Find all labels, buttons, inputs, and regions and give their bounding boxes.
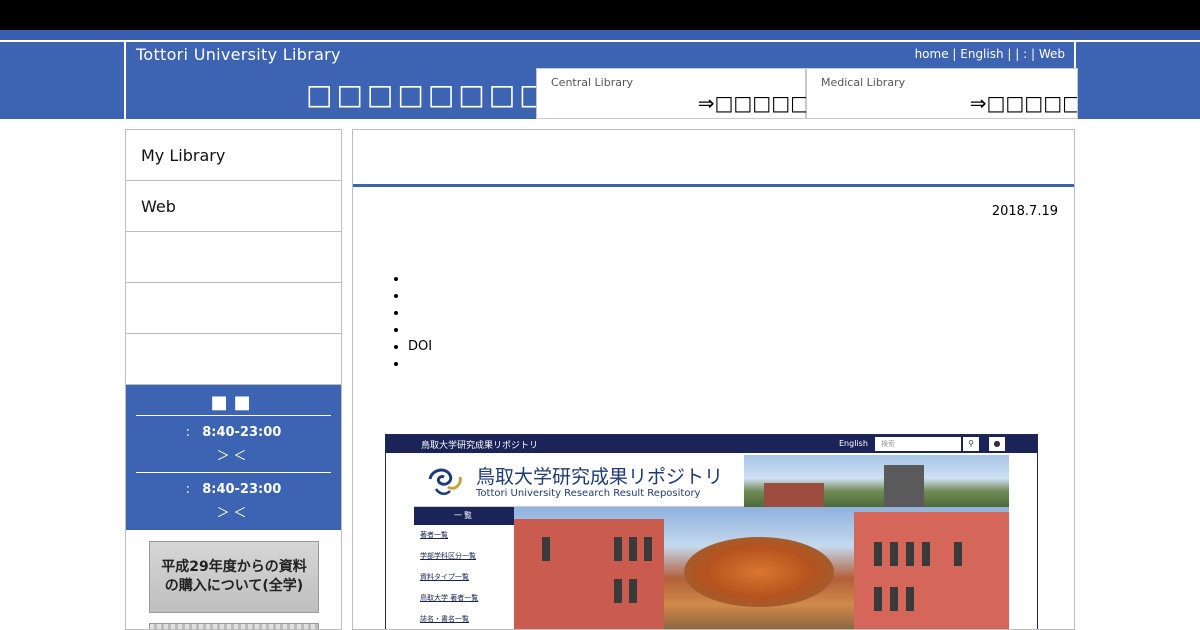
site-title[interactable]: Tottori University Library	[136, 45, 341, 64]
photo-window	[629, 579, 637, 603]
photo-building-right	[854, 512, 1009, 629]
photo-window	[644, 537, 652, 561]
main-content: 2018.7.19 DOI 鳥取大学研究成果リポジトリ English 検索 ⚲…	[352, 129, 1075, 630]
list-item	[408, 355, 432, 372]
hours-time: 8:40-23:00	[202, 425, 282, 440]
purchase-notice-banner[interactable]: 平成29年度からの資料 の購入について(全学)	[149, 541, 319, 613]
central-library-label: Central Library	[551, 76, 634, 89]
photo-window	[874, 542, 882, 566]
search-icon: ⚲	[963, 437, 979, 451]
central-library-status[interactable]: Central Library ⇒□□□□□	[536, 68, 809, 119]
repository-logo-jp: 鳥取大学研究成果リポジトリ	[476, 466, 724, 488]
photo-window	[890, 587, 898, 611]
photo-building	[884, 465, 924, 507]
post-date: 2018.7.19	[991, 204, 1058, 219]
tottori-logo-icon	[428, 468, 462, 495]
campus-photo	[514, 507, 1009, 629]
sidebar: My Library Web ■■ : 8:40-23:00 ＞＜ : 8:40…	[125, 129, 342, 630]
list-item	[408, 304, 432, 321]
opening-hours-panel: ■■ : 8:40-23:00 ＞＜ : 8:40-23:00 ＞＜	[126, 385, 341, 530]
repository-search-box: 検索	[875, 437, 961, 451]
sidebar-item-web[interactable]: Web	[126, 181, 341, 232]
repository-logo-en: Tottori University Research Result Repos…	[476, 488, 701, 499]
photo-window	[629, 537, 637, 561]
photo-window	[614, 537, 622, 561]
repository-top-bar: 鳥取大学研究成果リポジトリ English 検索 ⚲ ●	[386, 435, 1037, 453]
repository-menu-item: 鳥取大学 著者一覧	[420, 594, 479, 602]
central-library-status-text: ⇒□□□□□	[697, 91, 809, 115]
hours-nav-arrows[interactable]: ＞＜	[136, 445, 331, 464]
repository-menu-item: 誌名・書名一覧	[420, 615, 469, 623]
sidebar-item-4[interactable]	[126, 283, 341, 334]
photo-autumn-tree	[684, 537, 834, 607]
repository-menu-item: 著者一覧	[420, 531, 448, 539]
repository-logo: 鳥取大学研究成果リポジトリ Tottori University Researc…	[414, 455, 744, 507]
top-nav-links[interactable]: home | English | | : | Web	[915, 47, 1065, 61]
article-title-area	[353, 130, 1074, 187]
hours-prefix: :	[185, 482, 191, 497]
photo-building-left	[514, 519, 664, 629]
repository-bar-title: 鳥取大学研究成果リポジトリ	[421, 441, 539, 451]
photo-window	[890, 542, 898, 566]
secondary-banner[interactable]	[149, 623, 319, 629]
campus-photo-top	[744, 455, 1009, 507]
photo-window	[874, 587, 882, 611]
hours-row-medical: : 8:40-23:00 ＞＜	[136, 472, 331, 528]
photo-building	[764, 483, 824, 507]
screenshot-margin	[1009, 453, 1037, 629]
repository-screenshot[interactable]: 鳥取大学研究成果リポジトリ English 検索 ⚲ ● 鳥取大学研究成果リポジ…	[385, 434, 1038, 629]
info-list: DOI	[408, 270, 432, 372]
photo-window	[906, 587, 914, 611]
hours-prefix: :	[185, 425, 191, 440]
top-black-bar	[0, 0, 1200, 30]
site-header: Tottori University Library home | Englis…	[124, 42, 1078, 119]
hours-row-central: : 8:40-23:00 ＞＜	[136, 416, 331, 472]
hours-time: 8:40-23:00	[202, 482, 282, 497]
repository-menu-head: 一覧	[414, 507, 514, 525]
list-item	[408, 321, 432, 338]
screenshot-margin	[386, 453, 412, 629]
list-item	[408, 270, 432, 287]
repository-menu-item: 資料タイプ一覧	[420, 573, 469, 581]
medical-library-label: Medical Library	[821, 76, 906, 89]
opening-hours-title: ■■	[136, 385, 331, 416]
photo-window	[922, 542, 930, 566]
repository-menu-item: 学部学科区分一覧	[420, 552, 476, 560]
user-icon: ●	[989, 437, 1005, 451]
sidebar-item-5[interactable]	[126, 334, 341, 385]
list-item	[408, 287, 432, 304]
photo-window	[906, 542, 914, 566]
photo-window	[614, 579, 622, 603]
medical-library-status[interactable]: Medical Library ⇒□□□□□	[806, 68, 1078, 119]
repository-english-link: English	[839, 439, 868, 448]
photo-window	[954, 542, 962, 566]
purchase-notice-text: 平成29年度からの資料 の購入について(全学)	[161, 559, 307, 594]
list-item: DOI	[408, 338, 432, 355]
hours-nav-arrows[interactable]: ＞＜	[136, 502, 331, 521]
medical-library-status-text: ⇒□□□□□	[969, 91, 1078, 115]
sidebar-item-3[interactable]	[126, 232, 341, 283]
sidebar-item-my-library[interactable]: My Library	[126, 130, 341, 181]
photo-window	[542, 537, 550, 561]
repository-menu: 一覧 著者一覧 学部学科区分一覧 資料タイプ一覧 鳥取大学 著者一覧 誌名・書名…	[414, 507, 514, 629]
